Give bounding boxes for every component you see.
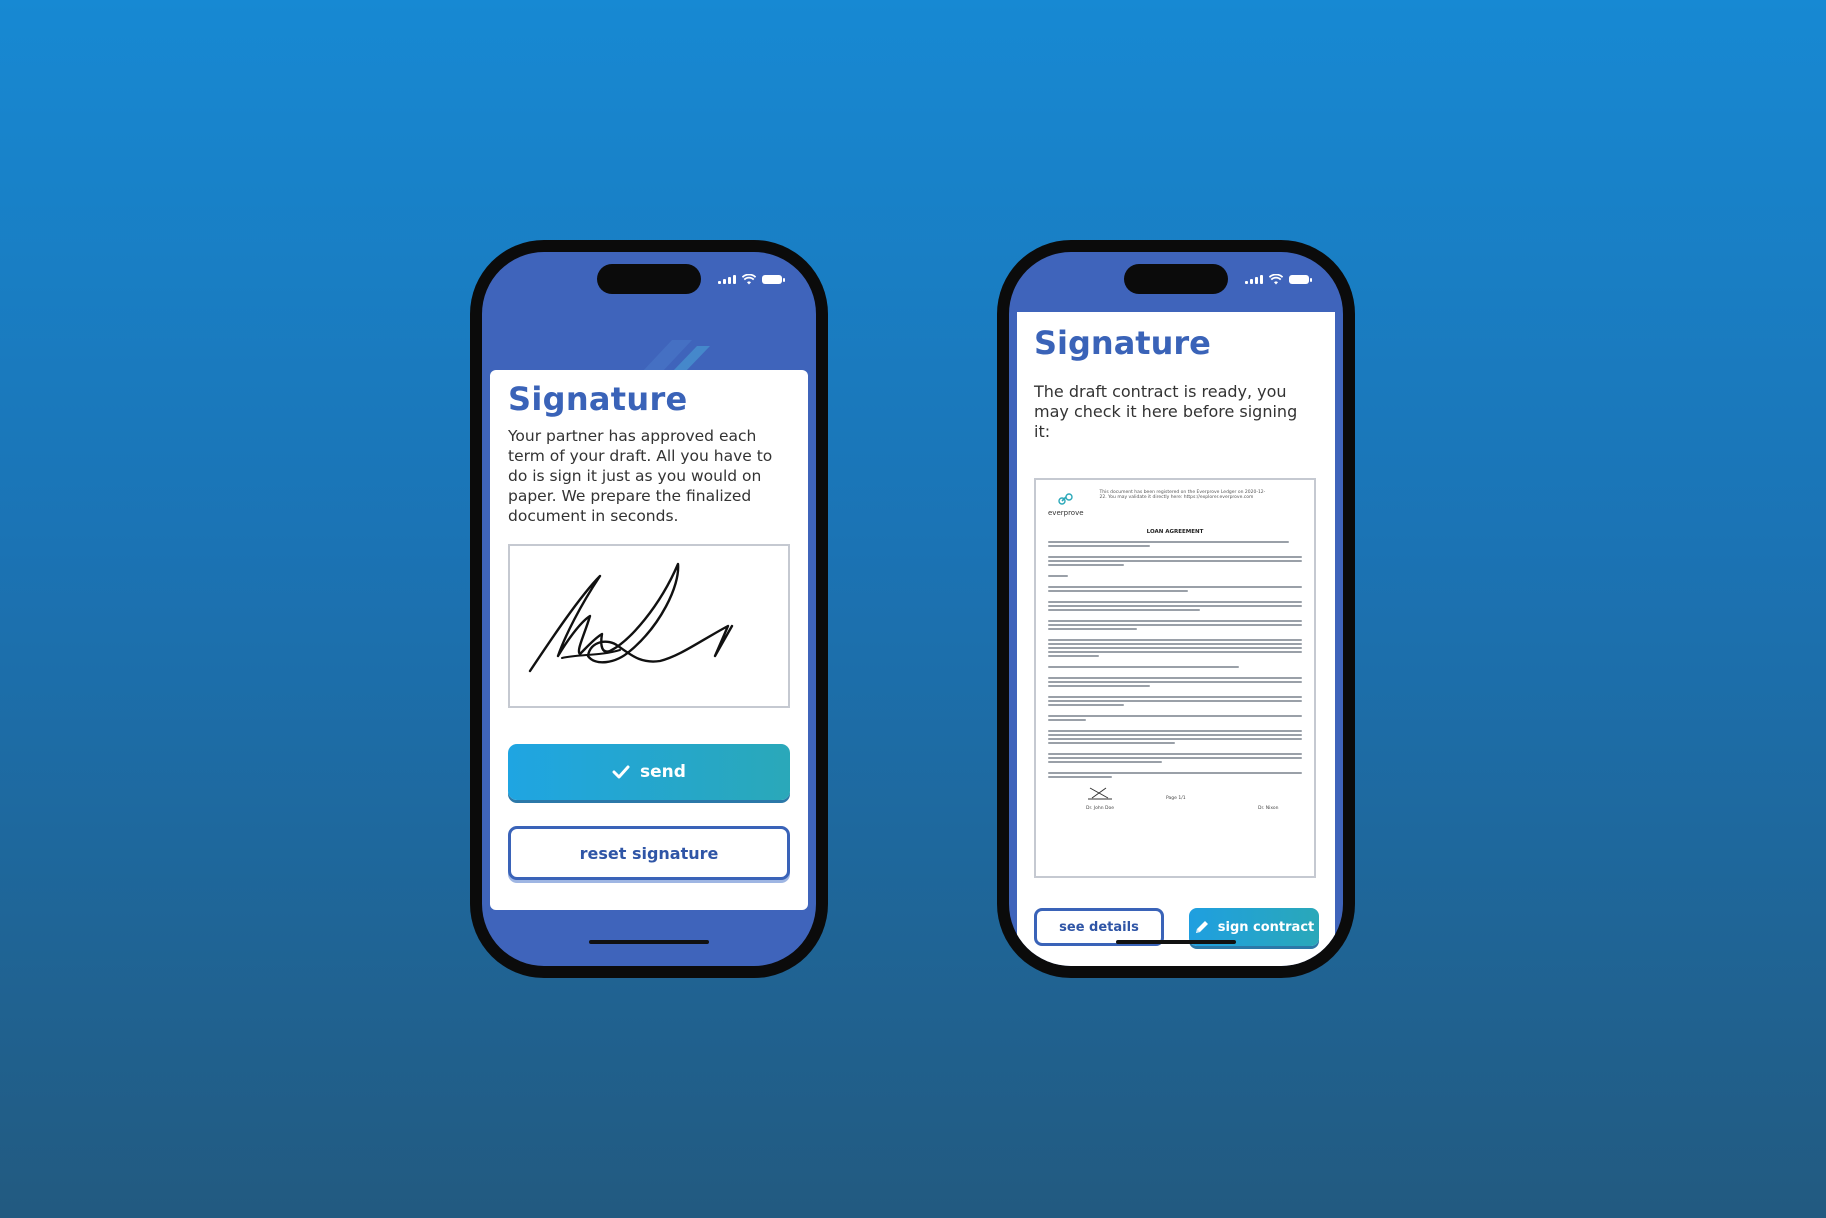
page-title: Signature <box>508 380 688 418</box>
document-header: everprove This document has been registe… <box>1048 490 1302 517</box>
document-logo: everprove <box>1048 490 1084 517</box>
status-bar <box>1245 274 1312 285</box>
home-indicator[interactable] <box>589 940 709 944</box>
left-phone: Signature Your partner has approved each… <box>470 240 828 978</box>
document-signatures: Dr. John Doe Page 1/1 Dr. Nixon <box>1048 786 1302 820</box>
document-page-number: Page 1/1 <box>1166 796 1186 801</box>
document-header-note: This document has been registered on the… <box>1099 490 1266 500</box>
right-phone-screen: Signature The draft contract is ready, y… <box>1009 252 1343 966</box>
pencil-icon <box>1195 921 1208 933</box>
send-label: send <box>640 762 686 782</box>
instructions-text: Your partner has approved each term of y… <box>508 427 773 525</box>
signer-left-name: Dr. John Doe <box>1086 806 1114 811</box>
signature-pad[interactable] <box>508 544 790 708</box>
signer-right-name: Dr. Nixon <box>1258 806 1279 811</box>
contract-page: Signature The draft contract is ready, y… <box>1017 312 1335 966</box>
sign-contract-label: sign contract <box>1217 919 1315 935</box>
reset-label: reset signature <box>579 843 719 863</box>
send-button[interactable]: send <box>508 744 790 800</box>
signal-icon <box>718 275 736 284</box>
reset-signature-button[interactable]: reset signature <box>508 826 790 880</box>
wifi-icon <box>742 274 756 285</box>
home-indicator[interactable] <box>1116 940 1236 944</box>
signal-icon <box>1245 275 1263 284</box>
document-logo-text: everprove <box>1048 509 1084 517</box>
see-details-label: see details <box>1059 919 1139 935</box>
battery-icon <box>1289 275 1312 284</box>
signature-drawing <box>528 562 734 673</box>
document-heading: LOAN AGREEMENT <box>1146 529 1204 535</box>
header-pattern <box>642 340 710 372</box>
scrollbar[interactable] <box>1337 332 1340 872</box>
link-logo-icon <box>1058 493 1073 505</box>
dynamic-island <box>597 264 701 294</box>
contract-preview[interactable]: everprove This document has been registe… <box>1034 478 1316 878</box>
signature-mark-icon <box>1088 787 1112 800</box>
instructions-text: The draft contract is ready, you may che… <box>1034 382 1298 441</box>
document-body-lines <box>1048 541 1302 778</box>
battery-icon <box>762 275 785 284</box>
dynamic-island <box>1124 264 1228 294</box>
page-title: Signature <box>1034 324 1211 362</box>
right-phone: Signature The draft contract is ready, y… <box>997 240 1355 978</box>
signature-card: Signature Your partner has approved each… <box>490 370 808 910</box>
status-bar <box>718 274 785 285</box>
wifi-icon <box>1269 274 1283 285</box>
left-phone-screen: Signature Your partner has approved each… <box>482 252 816 966</box>
checkmark-icon <box>612 765 630 779</box>
